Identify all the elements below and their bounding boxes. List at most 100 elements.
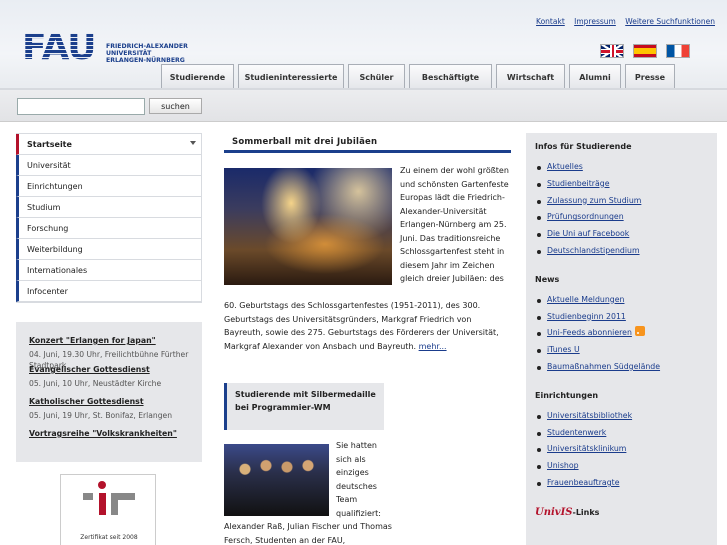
list-item: Universitätsbibliothek [535,408,708,425]
english-flag-icon[interactable] [600,44,624,58]
nav-item-forschung[interactable]: Forschung [16,218,201,239]
logo-wordmark: FRIEDRICH-ALEXANDER UNIVERSITÄT ERLANGEN… [106,43,188,64]
tab-schueler[interactable]: Schüler [348,64,405,89]
event-title-link[interactable]: Katholischer Gottesdienst [29,397,189,406]
link-list: Universitätsbibliothek Studentenwerk Uni… [535,408,708,492]
search-input[interactable] [17,98,145,115]
sidebar-link[interactable]: iTunes U [547,345,580,354]
section-heading: Einrichtungen [535,390,599,400]
sidebar-link[interactable]: Baumaßnahmen Südgelände [547,362,660,371]
chevron-down-icon [190,141,196,145]
nav-list: Startseite Universität Einrichtungen Stu… [16,133,202,303]
left-navigation: Startseite Universität Einrichtungen Stu… [16,133,202,303]
event-title-link[interactable]: Evangelischer Gottesdienst [29,365,189,374]
list-item: iTunes U [535,342,708,359]
article-body: 60. Geburtstags des Schlossgartenfestes … [224,301,499,351]
tab-alumni[interactable]: Alumni [569,64,621,89]
rss-icon[interactable] [634,326,645,337]
kontakt-link[interactable]: Kontakt [536,17,565,26]
link-list: Aktuelle Meldungen Studienbeginn 2011 Un… [535,292,708,376]
nav-item-infocenter[interactable]: Infocenter [16,281,201,302]
nav-item-studium[interactable]: Studium [16,197,201,218]
list-item: Die Uni auf Facebook [535,226,708,243]
sidebar-link[interactable]: Universitätsbibliothek [547,411,632,420]
article-teaser-continued: 60. Geburtstags des Schlossgartenfestes … [224,299,511,353]
list-item: Baumaßnahmen Südgelände [535,359,708,376]
list-item: Deutschlandstipendium [535,243,708,260]
list-item: Aktuelle Meldungen [535,292,708,309]
nav-item-startseite[interactable]: Startseite [16,134,201,155]
impressum-link[interactable]: Impressum [574,17,616,26]
family-audit-certificate[interactable]: Zertifikat seit 2008 [60,474,156,545]
more-link[interactable]: mehr... [419,342,447,351]
article-photo[interactable] [224,168,392,285]
search-bar: suchen [0,90,727,122]
nav-item-einrichtungen[interactable]: Einrichtungen [16,176,201,197]
sidebar-link[interactable]: Studienbeiträge [547,179,610,188]
nav-item-label: Startseite [27,139,72,149]
certificate-caption: Zertifikat seit 2008 [80,534,138,541]
tab-studieninteressierte[interactable]: Studieninteressierte [238,64,344,89]
univis-logo: UnivIS [535,506,573,518]
audit-logo-icon [83,481,135,515]
sidebar-link[interactable]: Die Uni auf Facebook [547,229,629,238]
sidebar-link[interactable]: Unishop [547,461,579,470]
sidebar-link[interactable]: Universitätsklinikum [547,444,626,453]
french-flag-icon[interactable] [666,44,690,58]
event-title-link[interactable]: Vortragsreihe "Volkskrankheiten" [29,429,189,438]
right-sidebar: Infos für Studierende Aktuelles Studienb… [526,133,717,545]
sidebar-link[interactable]: Zulassung zum Studium [547,196,641,205]
article-title[interactable]: Sommerball mit drei Jubiläen [224,133,511,153]
main-content: Sommerball mit drei Jubiläen Zu einem de… [224,133,511,545]
event-item: Vortragsreihe "Volkskrankheiten" [29,429,189,438]
univis-heading: UnivIS-Links [535,507,708,518]
language-flags [600,44,690,58]
list-item: Studentenwerk [535,425,708,442]
sidebar-link[interactable]: Frauenbeauftragte [547,478,620,487]
list-item: Studienbeginn 2011 [535,309,708,326]
link-list: Aktuelles Studienbeiträge Zulassung zum … [535,159,708,260]
article-teaser-continued: Alexander Raß, Julian Fischer und Thomas… [224,522,392,545]
weitere-suchfunktionen-link[interactable]: Weitere Suchfunktionen [625,17,715,26]
sidebar-link[interactable]: Aktuelle Meldungen [547,295,624,304]
tab-studierende[interactable]: Studierende [161,64,234,89]
article-title[interactable]: Studierende mit Silbermedaille bei Progr… [224,383,384,430]
sidebar-link[interactable]: Studienbeginn 2011 [547,312,626,321]
nav-item-weiterbildung[interactable]: Weiterbildung [16,239,201,260]
article-photo[interactable] [224,444,329,516]
list-item: Unishop [535,458,708,475]
sidebar-link[interactable]: Deutschlandstipendium [547,246,640,255]
sidebar-link[interactable]: Prüfungsordnungen [547,212,624,221]
article-teaser: Sie hatten sich als einziges deutsches T… [336,441,381,518]
list-item: Frauenbeauftragte [535,475,708,492]
list-item: Uni-Feeds abonnieren [535,325,708,342]
section-heading: Infos für Studierende [535,142,632,151]
event-item: Evangelischer Gottesdienst 05. Juni, 10 … [29,365,189,389]
audience-tabs: Studierende Studieninteressierte Schüler… [161,64,675,89]
list-item: Studienbeiträge [535,176,708,193]
fau-logo[interactable]: FAU FRIEDRICH-ALEXANDER UNIVERSITÄT ERLA… [22,30,232,68]
sidebar-link[interactable]: Studentenwerk [547,428,606,437]
section-heading: News [535,274,560,284]
nav-item-internationales[interactable]: Internationales [16,260,201,281]
top-links: Kontakt Impressum Weitere Suchfunktionen [529,17,715,26]
event-details: 05. Juni, 10 Uhr, Neustädter Kirche [29,379,162,388]
event-item: Katholischer Gottesdienst 05. Juni, 19 U… [29,397,189,421]
list-item: Zulassung zum Studium [535,193,708,210]
events-box: Konzert "Erlangen for Japan" 04. Juni, 1… [16,322,202,462]
univis-suffix: -Links [572,507,600,517]
spanish-flag-icon[interactable] [633,44,657,58]
sidebar-link[interactable]: Uni-Feeds abonnieren [547,328,632,337]
list-item: Universitätsklinikum [535,441,708,458]
logo-letters: FAU [22,27,96,68]
site-header: Kontakt Impressum Weitere Suchfunktionen… [0,0,727,90]
article-teaser: Zu einem der wohl größten und schönsten … [400,166,509,283]
nav-item-universitaet[interactable]: Universität [16,155,201,176]
list-item: Aktuelles [535,159,708,176]
event-title-link[interactable]: Konzert "Erlangen for Japan" [29,336,189,345]
tab-beschaeftigte[interactable]: Beschäftigte [409,64,492,89]
search-button[interactable]: suchen [149,98,202,114]
tab-presse[interactable]: Presse [625,64,675,89]
tab-wirtschaft[interactable]: Wirtschaft [496,64,565,89]
sidebar-link[interactable]: Aktuelles [547,162,583,171]
